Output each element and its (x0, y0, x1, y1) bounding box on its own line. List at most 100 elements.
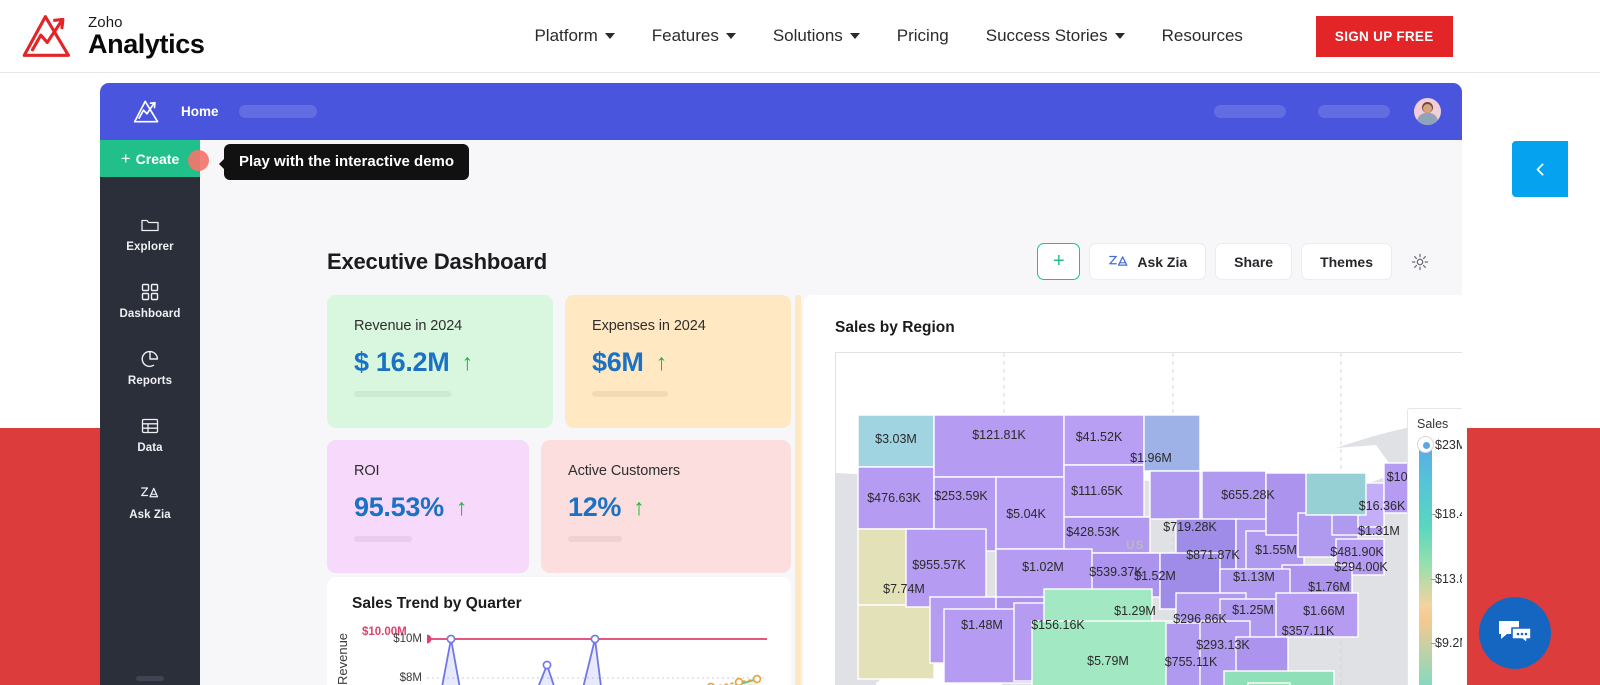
sign-up-free-button[interactable]: SIGN UP FREE (1315, 15, 1453, 57)
chevron-down-icon (1114, 33, 1125, 39)
themes-button[interactable]: Themes (1301, 243, 1392, 280)
nav-resources[interactable]: Resources (1162, 26, 1243, 46)
kpi-grid: Revenue in 2024 $ 16.2M ↑ Expenses in 20… (327, 295, 791, 585)
create-button[interactable]: + Create (100, 140, 200, 177)
ask-zia-button-label: Ask Zia (1137, 253, 1188, 270)
kpi-card-expenses[interactable]: Expenses in 2024 $6M ↑ (565, 295, 791, 428)
brand-line1: Zoho (88, 13, 123, 31)
demo-hotspot-dot[interactable] (188, 150, 209, 171)
site-header: Zoho Analytics Platform Features Solutio… (0, 0, 1600, 73)
map-legend: Sales $23M $18.4M $13.8M $9.2M $4.6M $0 (1407, 408, 1462, 685)
brand-text: Zoho Analytics (88, 13, 205, 59)
sidebar-item-data[interactable]: Data (100, 401, 200, 468)
plus-icon: + (120, 149, 131, 168)
legend-tick: $13.8M (1435, 572, 1462, 586)
legend-tick: $18.4M (1435, 507, 1462, 521)
kpi-label: Revenue in 2024 (354, 318, 463, 334)
kpi-value: $6M (592, 347, 644, 377)
nav-solutions[interactable]: Solutions (773, 26, 860, 46)
kpi-placeholder-bar (592, 391, 668, 397)
kpi-label: Expenses in 2024 (592, 318, 706, 334)
add-widget-button[interactable]: + (1037, 243, 1081, 280)
chevron-left-icon (1536, 163, 1544, 175)
zia-icon (1109, 255, 1128, 266)
map-value-label: $476.63K (867, 491, 921, 505)
map-value-label: $1.66M (1303, 604, 1345, 618)
ask-zia-button[interactable]: Ask Zia (1089, 243, 1207, 280)
share-button[interactable]: Share (1215, 243, 1293, 280)
kpi-card-roi[interactable]: ROI 95.53% ↑ (327, 440, 529, 573)
kpi-card-active-customers[interactable]: Active Customers 12% ↑ (541, 440, 791, 573)
map-value-label: $16.36K (1358, 499, 1406, 513)
sales-trend-card: Sales Trend by Quarter Revenue $10.00M $… (327, 577, 791, 685)
interactive-demo-tooltip: Play with the interactive demo (218, 144, 470, 180)
brand[interactable]: Zoho Analytics (20, 13, 205, 59)
kpi-placeholder-bar (568, 536, 622, 542)
sidebar-item-explorer[interactable]: Explorer (100, 200, 200, 267)
panel-collapse-tab[interactable] (1512, 141, 1568, 197)
nav-features-label: Features (651, 26, 719, 45)
sidebar-footer-placeholder (136, 676, 164, 681)
pie-chart-icon (141, 350, 159, 367)
map-value-label: $428.53K (1066, 525, 1120, 539)
map-value-label: $1.55M (1255, 543, 1297, 557)
nav-platform[interactable]: Platform (534, 26, 615, 46)
chevron-down-icon (849, 33, 860, 39)
sidebar-item-data-label: Data (137, 441, 163, 454)
sidebar-item-reports[interactable]: Reports (100, 334, 200, 401)
sidebar-item-ask-zia-label: Ask Zia (129, 508, 171, 521)
panel-edge-accent (795, 295, 801, 685)
brand-line2: Analytics (88, 28, 205, 59)
legend-title: Sales (1417, 417, 1449, 431)
nav-features[interactable]: Features (652, 26, 736, 46)
sidebar-item-reports-label: Reports (127, 374, 173, 387)
legend-gradient-bar[interactable] (1419, 440, 1432, 685)
nav-platform-label: Platform (534, 26, 598, 45)
map-value-label: $1.02M (1022, 560, 1064, 574)
legend-tick: $9.2M (1435, 636, 1462, 650)
map-value-label: $1.48M (961, 618, 1003, 632)
table-icon (141, 418, 159, 433)
chevron-down-icon (604, 33, 615, 39)
sales-trend-svg (427, 634, 767, 685)
map-value-label: $5.04K (1006, 507, 1046, 521)
map-value-label: $1.13M (1233, 570, 1275, 584)
nav-success-stories[interactable]: Success Stories (986, 26, 1125, 46)
trend-up-icon: ↑ (455, 494, 468, 520)
legend-max-handle[interactable] (1417, 436, 1434, 453)
chevron-down-icon (725, 33, 736, 39)
map-value-label: $655.28K (1221, 488, 1275, 502)
map-value-label: $111.65K (1071, 484, 1123, 498)
sidebar-nav-list: Explorer Dashboard Reports Data Ask Zia (100, 200, 200, 535)
settings-button[interactable] (1401, 243, 1438, 280)
kpi-card-revenue[interactable]: Revenue in 2024 $ 16.2M ↑ (327, 295, 553, 428)
folder-icon (141, 219, 159, 231)
map-value-label: $481.90K (1330, 545, 1384, 559)
map-value-label: $1.25M (1232, 603, 1274, 617)
sidebar-item-dashboard[interactable]: Dashboard (100, 267, 200, 334)
site-nav-links: Platform Features Solutions Pricing Succ… (534, 15, 1453, 57)
map-value-label: $955.57K (912, 558, 966, 572)
y-tick: $8M (399, 672, 422, 684)
legend-tick: $23M (1435, 438, 1462, 452)
header-placeholder-3 (1318, 105, 1390, 118)
page-title: Executive Dashboard (327, 249, 547, 274)
map-value-label: $1.31M (1358, 524, 1400, 538)
map-value-label: $1.52M (1134, 569, 1176, 583)
kpi-value-wrap: $ 16.2M ↑ (354, 347, 553, 378)
kpi-value-wrap: $6M ↑ (592, 347, 791, 378)
avatar[interactable] (1414, 98, 1441, 125)
sidebar-item-ask-zia[interactable]: Ask Zia (100, 468, 200, 535)
create-button-label: Create (135, 150, 180, 167)
chat-widget-button[interactable] (1479, 597, 1551, 669)
map-value-label: $719.28K (1163, 520, 1217, 534)
trend-up-icon: ↑ (633, 494, 645, 520)
y-tick: $10M (393, 633, 422, 645)
breadcrumb-home[interactable]: Home (181, 104, 219, 119)
sales-by-region-title: Sales by Region (835, 319, 955, 336)
nav-pricing[interactable]: Pricing (897, 26, 949, 46)
avatar-body (1417, 113, 1438, 125)
choropleth-map[interactable]: MX CU US $3.03M $121.81K $41.52K $1.96M … (835, 352, 1462, 685)
header-placeholder-2 (1214, 105, 1286, 118)
nav-success-stories-label: Success Stories (985, 26, 1108, 45)
